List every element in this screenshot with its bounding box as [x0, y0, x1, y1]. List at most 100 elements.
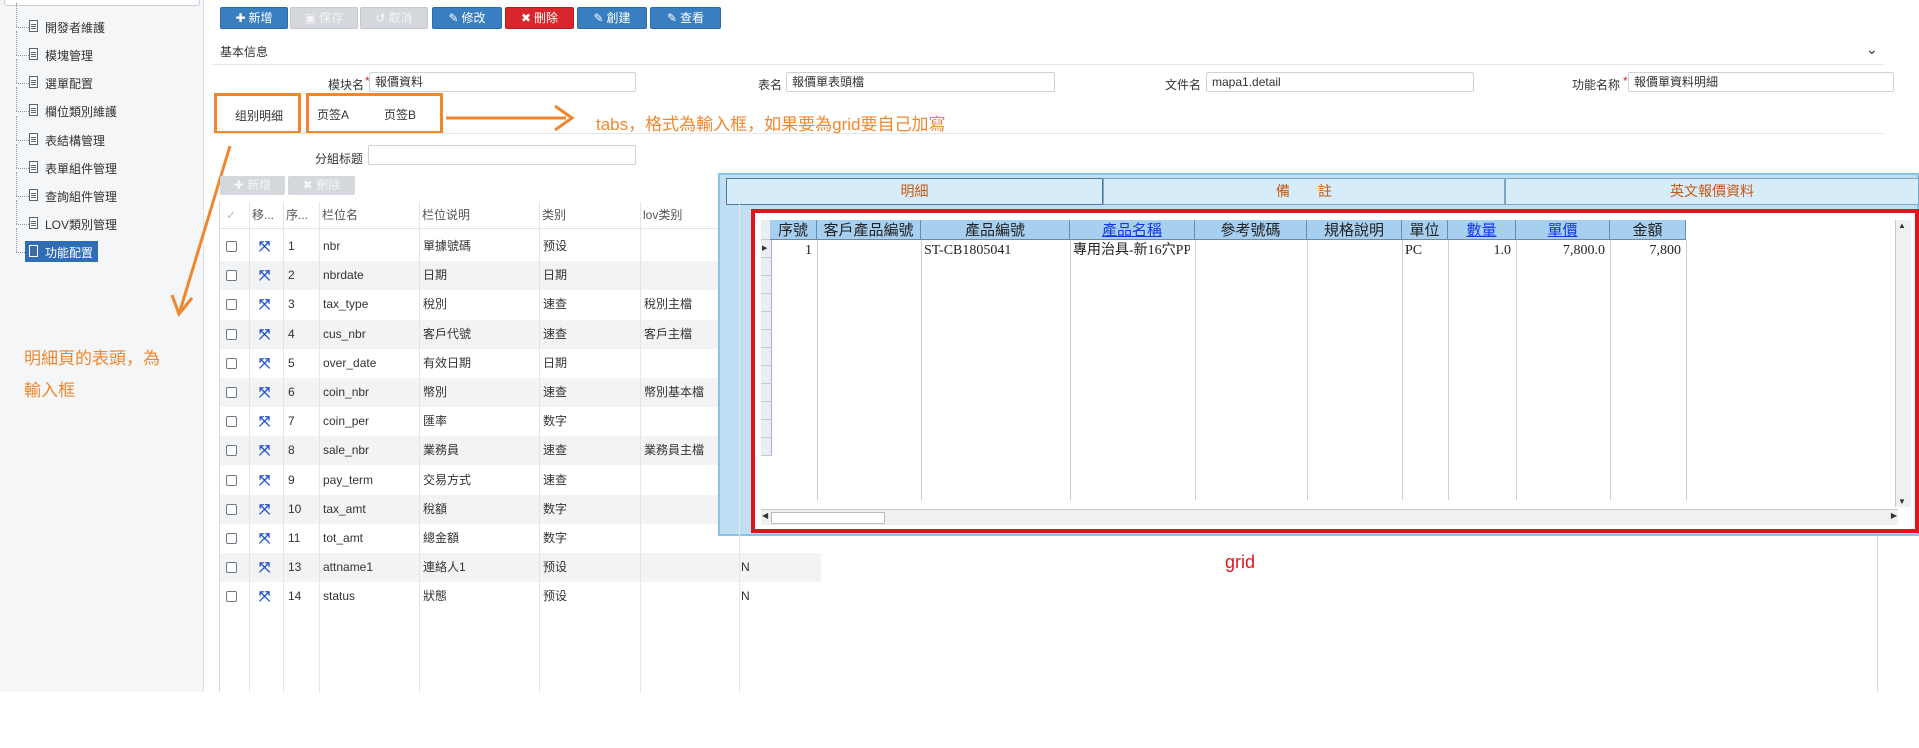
row-checkbox[interactable]	[226, 533, 237, 544]
grid-cell[interactable]: 7,800.0	[1519, 242, 1605, 260]
tab-english-quote[interactable]: 英文報價資料	[1505, 178, 1919, 205]
move-icon[interactable]: ⤧	[259, 238, 270, 255]
row-checkbox[interactable]	[226, 299, 237, 311]
table-row[interactable]: ⤧ 14 status 狀態 预设 N	[220, 582, 821, 611]
name-cell: nbrdate	[323, 268, 364, 283]
move-icon[interactable]: ⤧	[259, 296, 270, 313]
move-icon[interactable]: ⤧	[259, 530, 270, 547]
row-checkbox[interactable]	[226, 445, 237, 457]
grid-column-header[interactable]: 單位	[1402, 220, 1448, 240]
grid-column-header[interactable]: 金額	[1610, 220, 1686, 240]
move-icon[interactable]: ⤧	[259, 472, 270, 489]
column-header[interactable]: 类别	[542, 202, 566, 228]
row-checkbox[interactable]	[226, 562, 237, 574]
grid-column	[770, 240, 818, 500]
row-checkbox[interactable]	[226, 241, 237, 252]
scroll-down-icon[interactable]: ▼	[1898, 497, 1906, 506]
move-icon[interactable]: ⤧	[259, 501, 270, 518]
name-cell: cus_nbr	[323, 326, 366, 341]
grid-column-header[interactable]: 數量	[1448, 220, 1516, 240]
row-checkbox[interactable]	[226, 416, 237, 428]
move-icon[interactable]: ⤧	[259, 326, 270, 343]
grid-column-header[interactable]: 產品編號	[921, 220, 1070, 240]
scroll-right-icon[interactable]: ▶	[1891, 511, 1897, 520]
horizontal-scrollbar[interactable]: ◀ ▶	[761, 509, 1898, 525]
grid-column	[1070, 240, 1196, 500]
type-cell: 速查	[543, 443, 568, 458]
column-header[interactable]: 栏位名	[322, 202, 358, 228]
desc-cell: 匯率	[423, 414, 448, 429]
grid-column	[1195, 240, 1308, 500]
grid-column-header[interactable]: 客戶產品編號	[817, 220, 921, 240]
scroll-thumb[interactable]	[771, 512, 885, 524]
move-icon[interactable]: ⤧	[259, 442, 270, 459]
move-icon[interactable]: ⤧	[259, 384, 270, 401]
type-cell: 速查	[543, 472, 568, 487]
name-cell: tax_type	[323, 297, 369, 312]
group-title-input[interactable]	[368, 145, 636, 165]
move-icon[interactable]: ⤧	[259, 355, 270, 372]
grid-column	[1402, 240, 1449, 500]
vertical-scrollbar[interactable]: ▲ ▼	[1895, 220, 1911, 507]
grid-column-header[interactable]: 規格說明	[1307, 220, 1402, 240]
lov-cell: 幣別基本檔	[644, 385, 705, 399]
seq-cell: 14	[288, 589, 302, 604]
field-add-button[interactable]: ✚ 新增	[220, 176, 285, 195]
desc-cell: 總金額	[423, 531, 460, 545]
move-icon[interactable]: ⤧	[259, 413, 270, 430]
group-title-label: 分組标题	[315, 152, 364, 166]
row-checkbox[interactable]	[226, 270, 237, 282]
tab-detail[interactable]: 明細	[726, 178, 1103, 205]
row-checkbox[interactable]	[226, 503, 237, 515]
field-delete-button[interactable]: ✖ 刪除	[288, 176, 355, 195]
grid-column-header[interactable]: 序號	[770, 220, 817, 240]
detail-grid[interactable]: ▶ 序號 1 客戶產品編號 產品編號 ST-CB1805041 產品名稱 專用治具-新16穴P…	[751, 209, 1919, 533]
row-checkbox[interactable]	[226, 357, 237, 369]
row-checkbox[interactable]	[226, 591, 237, 603]
row-checkbox[interactable]	[226, 328, 237, 340]
grid-cell[interactable]: PC	[1405, 242, 1443, 260]
column-header[interactable]: 栏位说明	[422, 202, 470, 228]
grid-column	[1610, 240, 1687, 500]
scroll-up-icon[interactable]: ▲	[1898, 221, 1906, 230]
lov-cell: 業務員主檔	[644, 443, 705, 458]
move-icon[interactable]: ⤧	[259, 559, 270, 576]
row-checkbox[interactable]	[226, 474, 237, 486]
desc-cell: 狀態	[423, 589, 448, 604]
name-cell: status	[323, 589, 356, 604]
type-cell: 预设	[543, 560, 568, 575]
annotation-tabs-note: tabs，格式為輸入框，如果要為grid要自己加寫	[596, 115, 946, 134]
row-checkbox[interactable]	[226, 387, 237, 398]
seq-cell: 2	[288, 268, 295, 283]
name-cell: coin_per	[323, 414, 370, 429]
grid-cell[interactable]: 7,800	[1613, 242, 1682, 260]
grid-cell[interactable]: 專用治具-新16穴PP杯	[1073, 242, 1190, 260]
grid-cell[interactable]	[820, 242, 916, 260]
grid-cell[interactable]: 1.0	[1451, 242, 1512, 260]
grid-cell[interactable]: 1	[773, 242, 812, 260]
tab-remarks[interactable]: 備 註	[1103, 178, 1505, 205]
grid-column-header[interactable]: 參考號碼	[1195, 220, 1307, 240]
desc-cell: 連絡人1	[423, 560, 466, 575]
move-icon[interactable]: ⤧	[259, 267, 270, 284]
seq-cell: 10	[288, 501, 302, 516]
grid-cell[interactable]	[1198, 242, 1302, 260]
grid-cell[interactable]	[1310, 242, 1397, 260]
name-cell: attname1	[323, 560, 374, 575]
scroll-left-icon[interactable]: ◀	[762, 511, 768, 520]
grid-column-header[interactable]: 產品名稱	[1070, 220, 1195, 240]
move-icon[interactable]: ⤧	[259, 588, 270, 605]
column-header[interactable]: 移...	[252, 202, 274, 228]
current-row-icon: ▶	[762, 245, 768, 252]
type-cell: 速查	[543, 326, 568, 341]
desc-cell: 日期	[423, 268, 448, 283]
check-icon: ✓	[226, 208, 237, 222]
table-row[interactable]: ⤧ 13 attname1 連絡人1 预设 N	[220, 553, 821, 583]
grid-cell[interactable]: ST-CB1805041	[924, 242, 1065, 260]
name-cell: nbr	[323, 239, 341, 253]
desc-cell: 稅別	[423, 297, 448, 312]
column-header[interactable]: lov类别	[643, 202, 682, 228]
column-header[interactable]: 序...	[286, 202, 308, 228]
grid-column-header[interactable]: 單價	[1516, 220, 1610, 240]
desc-cell: 業務員	[423, 443, 460, 458]
